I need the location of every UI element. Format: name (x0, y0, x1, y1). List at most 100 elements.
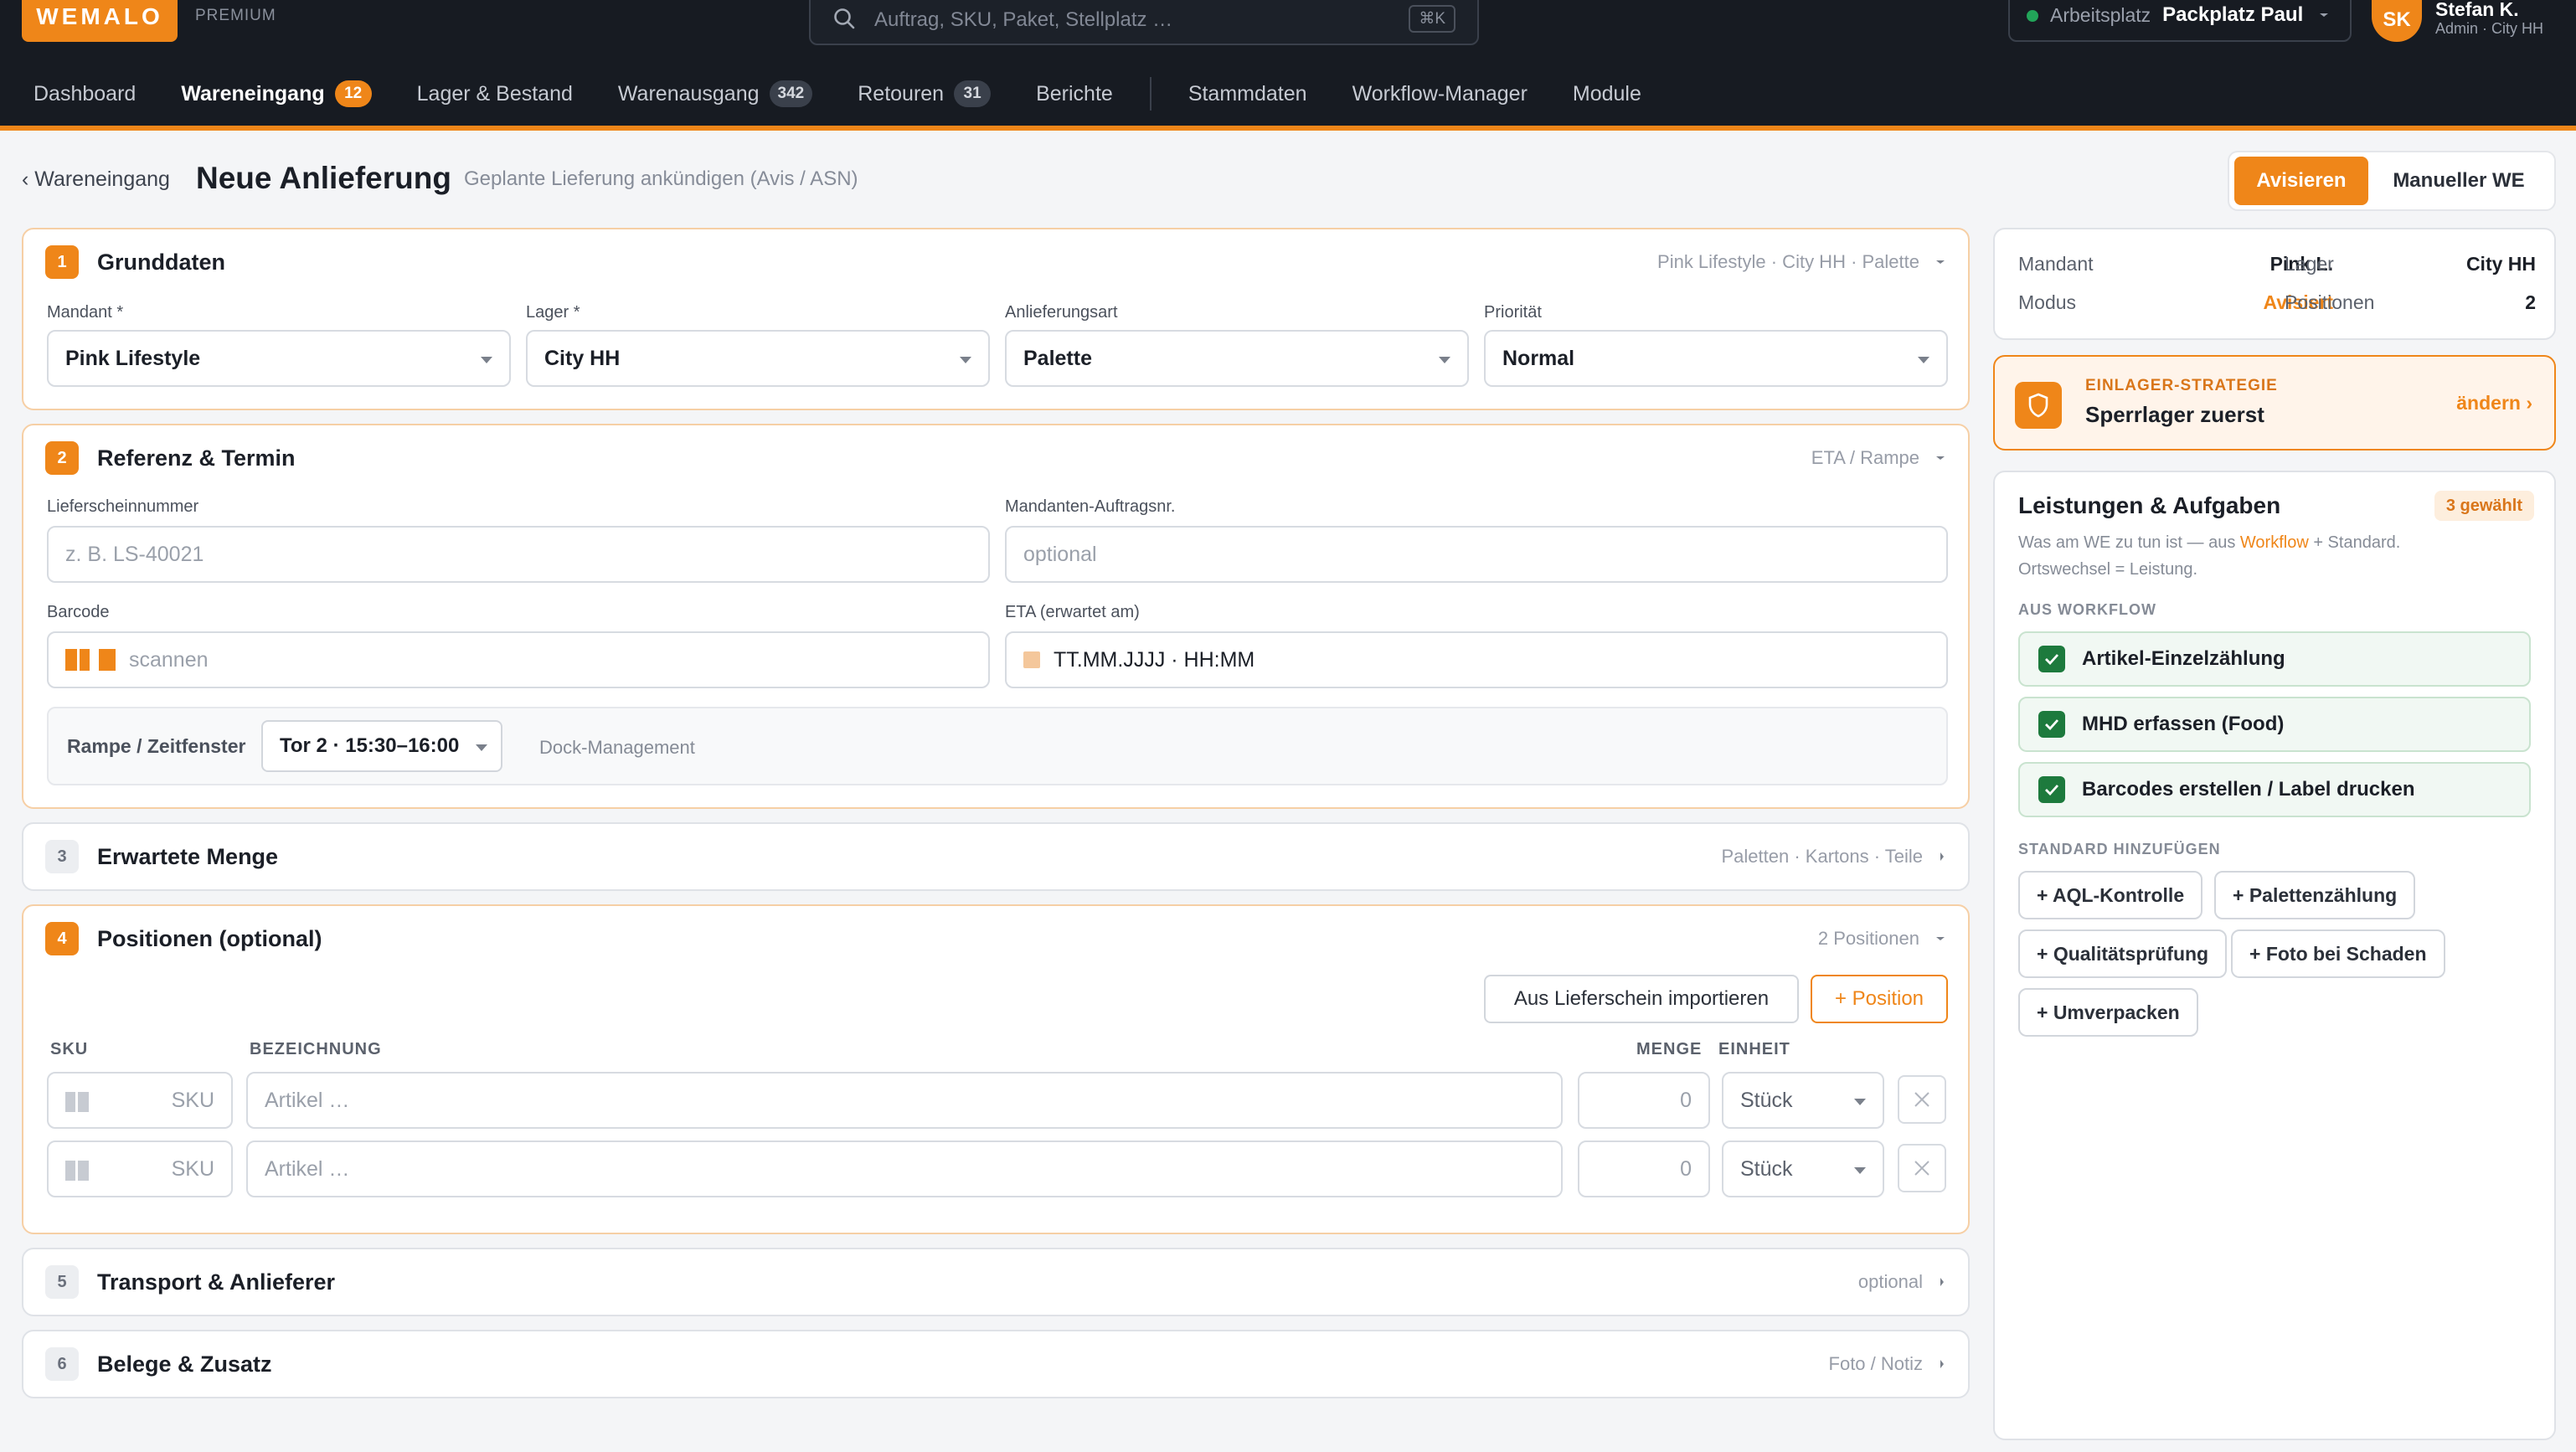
section-title: Erwartete Menge (97, 843, 279, 869)
page-subtitle: Geplante Lieferung ankündigen (Avis / AS… (464, 167, 858, 190)
barcode-input[interactable]: scannen (47, 631, 990, 688)
workflow-task-item[interactable]: MHD erfassen (Food) (2018, 697, 2531, 752)
mode-avisieren-button[interactable]: Avisieren (2234, 157, 2368, 205)
summary-value: 2 (2525, 291, 2536, 313)
lieferscheinnummer-input[interactable]: z. B. LS-40021 (47, 526, 990, 583)
nav-stammdaten[interactable]: Stammdaten (1188, 74, 1307, 114)
nav-label: Retouren (858, 81, 945, 106)
section-header[interactable]: 1 Grunddaten Pink Lifestyle · City HH · … (45, 229, 1946, 295)
mode-manuell-button[interactable]: Manueller WE (2368, 157, 2549, 205)
einheit-select[interactable]: Stück (1722, 1072, 1884, 1129)
add-qualitaetspruefung-chip[interactable]: + Qualitätsprüfung (2018, 929, 2228, 978)
column-header-menge: MENGE (1636, 1040, 1703, 1058)
search-shortcut: ⌘K (1409, 5, 1455, 33)
field-label: Mandanten-Auftragsnr. (1005, 497, 1176, 516)
add-foto-schaden-chip[interactable]: + Foto bei Schaden (2231, 929, 2445, 978)
section-hint: optional (1858, 1271, 1946, 1293)
select-value: Tor 2 · 15:30–16:00 (280, 734, 460, 757)
step-number: 3 (45, 840, 79, 873)
strategy-change-link[interactable]: ändern › (2456, 392, 2532, 414)
section-hint: Pink Lifestyle · City HH · Palette (1657, 251, 1946, 273)
add-umverpacken-chip[interactable]: + Umverpacken (2018, 988, 2198, 1037)
app-logo[interactable]: WEMALO (22, 0, 178, 42)
menge-input[interactable]: 0 (1578, 1140, 1710, 1197)
global-search[interactable]: Auftrag, SKU, Paket, Stellplatz … ⌘K (809, 0, 1479, 45)
chevron-right-icon (1940, 1360, 1944, 1368)
add-aql-kontrolle-chip[interactable]: + AQL-Kontrolle (2018, 871, 2203, 919)
workspace-select[interactable]: Arbeitsplatz Packplatz Paul (2008, 0, 2352, 42)
nav-wareneingang[interactable]: Wareneingang 12 (181, 74, 372, 114)
section-hint: 2 Positionen (1818, 928, 1946, 950)
section-header[interactable]: 4 Positionen (optional) 2 Positionen (45, 906, 1946, 971)
bezeichnung-input[interactable]: Artikel … (246, 1072, 1563, 1129)
input-value: 0 (1680, 1088, 1692, 1112)
add-palettenzaehlung-chip[interactable]: + Palettenzählung (2214, 871, 2416, 919)
summary-label: Positionen (2285, 291, 2375, 313)
section-header[interactable]: 3 Erwartete Menge Paletten · Kartons · T… (45, 824, 1946, 889)
sku-input[interactable]: SKU (47, 1072, 233, 1129)
ramp-select[interactable]: Tor 2 · 15:30–16:00 (261, 720, 502, 772)
calendar-icon (1023, 651, 1040, 668)
section-label: STANDARD HINZUFÜGEN (2018, 841, 2221, 857)
bezeichnung-input[interactable]: Artikel … (246, 1140, 1563, 1197)
section-header[interactable]: 5 Transport & Anlieferer optional (45, 1249, 1946, 1315)
nav-workflow-manager[interactable]: Workflow-Manager (1352, 74, 1528, 114)
nav-module[interactable]: Module (1573, 74, 1641, 114)
workflow-task-item[interactable]: Artikel-Einzelzählung (2018, 631, 2531, 687)
task-label: Artikel-Einzelzählung (2082, 647, 2285, 670)
import-lieferschein-button[interactable]: Aus Lieferschein importieren (1484, 975, 1799, 1023)
remove-row-button[interactable] (1898, 1144, 1946, 1192)
section-erwartete-menge[interactable]: 3 Erwartete Menge Paletten · Kartons · T… (22, 822, 1970, 891)
strategy-value: Sperrlager zuerst (2085, 402, 2264, 427)
tasks-description: Was am WE zu tun ist — aus Workflow + St… (2018, 529, 2537, 583)
section-title: Referenz & Termin (97, 445, 296, 471)
step-number: 1 (45, 245, 79, 279)
avatar[interactable]: SK (2372, 0, 2422, 42)
select-value: Palette (1023, 346, 1092, 370)
einheit-select[interactable]: Stück (1722, 1140, 1884, 1197)
section-grunddaten: 1 Grunddaten Pink Lifestyle · City HH · … (22, 228, 1970, 410)
strategy-card[interactable]: EINLAGER-STRATEGIE Sperrlager zuerst änd… (1993, 355, 2556, 451)
input-value: TT.MM.JJJJ · HH:MM (1054, 647, 1255, 672)
checkbox-checked-icon[interactable] (2038, 646, 2065, 672)
eta-input[interactable]: TT.MM.JJJJ · HH:MM (1005, 631, 1948, 688)
checkbox-checked-icon[interactable] (2038, 711, 2065, 738)
remove-row-button[interactable] (1898, 1075, 1946, 1124)
workflow-link[interactable]: Workflow (2240, 533, 2309, 552)
breadcrumb-back-link[interactable]: ‹ Wareneingang (22, 167, 170, 192)
field-label: ETA (erwartet am) (1005, 603, 1140, 621)
mandant-select[interactable]: Pink Lifestyle (47, 330, 511, 387)
caret-down-icon (476, 744, 487, 751)
prioritaet-select[interactable]: Normal (1484, 330, 1948, 387)
menge-input[interactable]: 0 (1578, 1072, 1710, 1129)
dock-management-link[interactable]: Dock-Management (539, 737, 695, 759)
nav-lager-bestand[interactable]: Lager & Bestand (417, 74, 573, 114)
field-label: Mandant * (47, 303, 124, 322)
nav-label: Wareneingang (181, 81, 325, 106)
auftragsnr-input[interactable]: optional (1005, 526, 1948, 583)
nav-label: Lager & Bestand (416, 81, 573, 106)
page-title: Neue Anlieferung (196, 161, 451, 195)
chevron-right-icon (1940, 1278, 1944, 1286)
hint-text: ETA / Rampe (1811, 447, 1919, 468)
lager-select[interactable]: City HH (526, 330, 990, 387)
input-placeholder: Artikel … (265, 1156, 350, 1181)
workflow-task-item[interactable]: Barcodes erstellen / Label drucken (2018, 762, 2531, 817)
section-positionen: 4 Positionen (optional) 2 Positionen Aus… (22, 904, 1970, 1234)
step-number: 5 (45, 1265, 79, 1299)
nav-retouren[interactable]: Retouren 31 (858, 74, 992, 114)
section-title: Grunddaten (97, 249, 225, 275)
nav-berichte[interactable]: Berichte (1036, 74, 1113, 114)
add-position-button[interactable]: + Position (1811, 975, 1948, 1023)
anlieferungsart-select[interactable]: Palette (1005, 330, 1469, 387)
select-value: Normal (1502, 346, 1575, 370)
section-belege[interactable]: 6 Belege & Zusatz Foto / Notiz (22, 1330, 1970, 1398)
checkbox-checked-icon[interactable] (2038, 776, 2065, 803)
nav-dashboard[interactable]: Dashboard (33, 74, 136, 114)
sku-input[interactable]: SKU (47, 1140, 233, 1197)
section-transport[interactable]: 5 Transport & Anlieferer optional (22, 1248, 1970, 1316)
section-header[interactable]: 6 Belege & Zusatz Foto / Notiz (45, 1331, 1946, 1397)
mode-toggle: Avisieren Manueller WE (2228, 151, 2556, 211)
nav-warenausgang[interactable]: Warenausgang 342 (618, 74, 813, 114)
section-header[interactable]: 2 Referenz & Termin ETA / Rampe (45, 425, 1946, 491)
